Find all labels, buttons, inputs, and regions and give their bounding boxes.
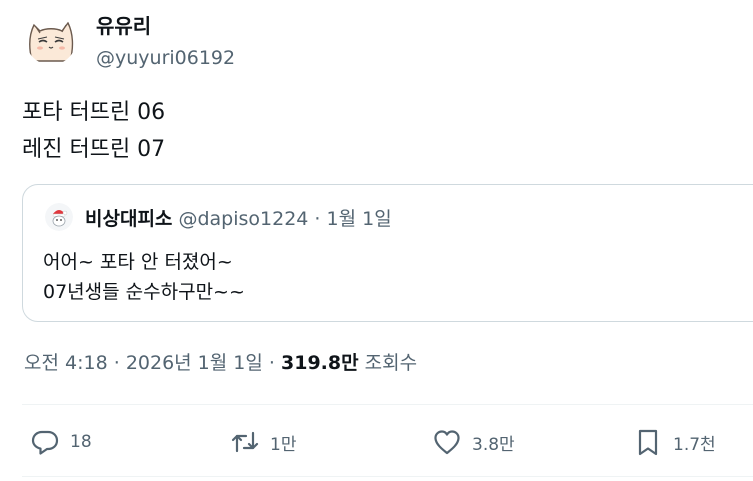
quote-date[interactable]: 1월 1일 [327, 208, 392, 230]
retweet-count: 1만 [270, 434, 297, 455]
reply-count: 18 [70, 432, 92, 452]
author-avatar[interactable] [26, 15, 76, 65]
author-name[interactable]: 유유리 [96, 12, 151, 40]
like-count: 3.8만 [472, 434, 515, 455]
quote-author-avatar[interactable] [45, 203, 73, 231]
quote-text: 어어~ 포타 안 터졌어~ 07년생들 순수하구만~~ [43, 247, 245, 307]
heart-icon [434, 430, 460, 455]
divider [22, 404, 753, 405]
tweet-text-line: 레진 터뜨린 07 [22, 137, 166, 162]
tweet-text: 포타 터뜨린 06 레진 터뜨린 07 [22, 94, 165, 168]
cat-avatar-icon [29, 21, 74, 62]
quote-text-line: 07년생들 순수하구만~~ [43, 281, 245, 303]
meta-separator: · [268, 352, 275, 374]
retweet-button[interactable]: 1만 [230, 425, 296, 459]
quote-header: 비상대피소 @dapiso1224 · 1월 1일 [85, 207, 392, 231]
author-handle[interactable]: @yuyuri06192 [96, 45, 235, 71]
tweet-text-line: 포타 터뜨린 06 [22, 100, 166, 125]
quoted-tweet-card[interactable]: 비상대피소 @dapiso1224 · 1월 1일 어어~ 포타 안 터졌어~ … [22, 184, 753, 322]
divider [22, 476, 753, 477]
quote-text-line: 어어~ 포타 안 터졌어~ [43, 251, 233, 273]
reply-button[interactable]: 18 [30, 425, 92, 459]
bookmark-button[interactable]: 1.7천 [633, 425, 716, 459]
quote-separator: · [314, 208, 321, 230]
tweet-meta: 오전 4:18 · 2026년 1월 1일 · 319.8만 조회수 [24, 350, 417, 376]
quote-author-name[interactable]: 비상대피소 [85, 208, 172, 230]
views-label: 조회수 [364, 352, 418, 374]
reply-icon [31, 430, 59, 455]
tweet-date[interactable]: 2026년 1월 1일 [126, 352, 263, 374]
mascot-avatar-icon [45, 203, 73, 231]
quote-author-handle[interactable]: @dapiso1224 [178, 208, 308, 230]
bookmark-icon [638, 429, 658, 456]
retweet-icon [231, 431, 259, 453]
views-count[interactable]: 319.8만 [281, 352, 359, 374]
tweet-time[interactable]: 오전 4:18 [24, 352, 108, 374]
bookmark-count: 1.7천 [673, 434, 716, 455]
like-button[interactable]: 3.8만 [432, 425, 515, 459]
tweet-detail: 유유리 @yuyuri06192 포타 터뜨린 06 레진 터뜨린 07 비상대… [0, 0, 753, 481]
meta-separator: · [113, 352, 120, 374]
